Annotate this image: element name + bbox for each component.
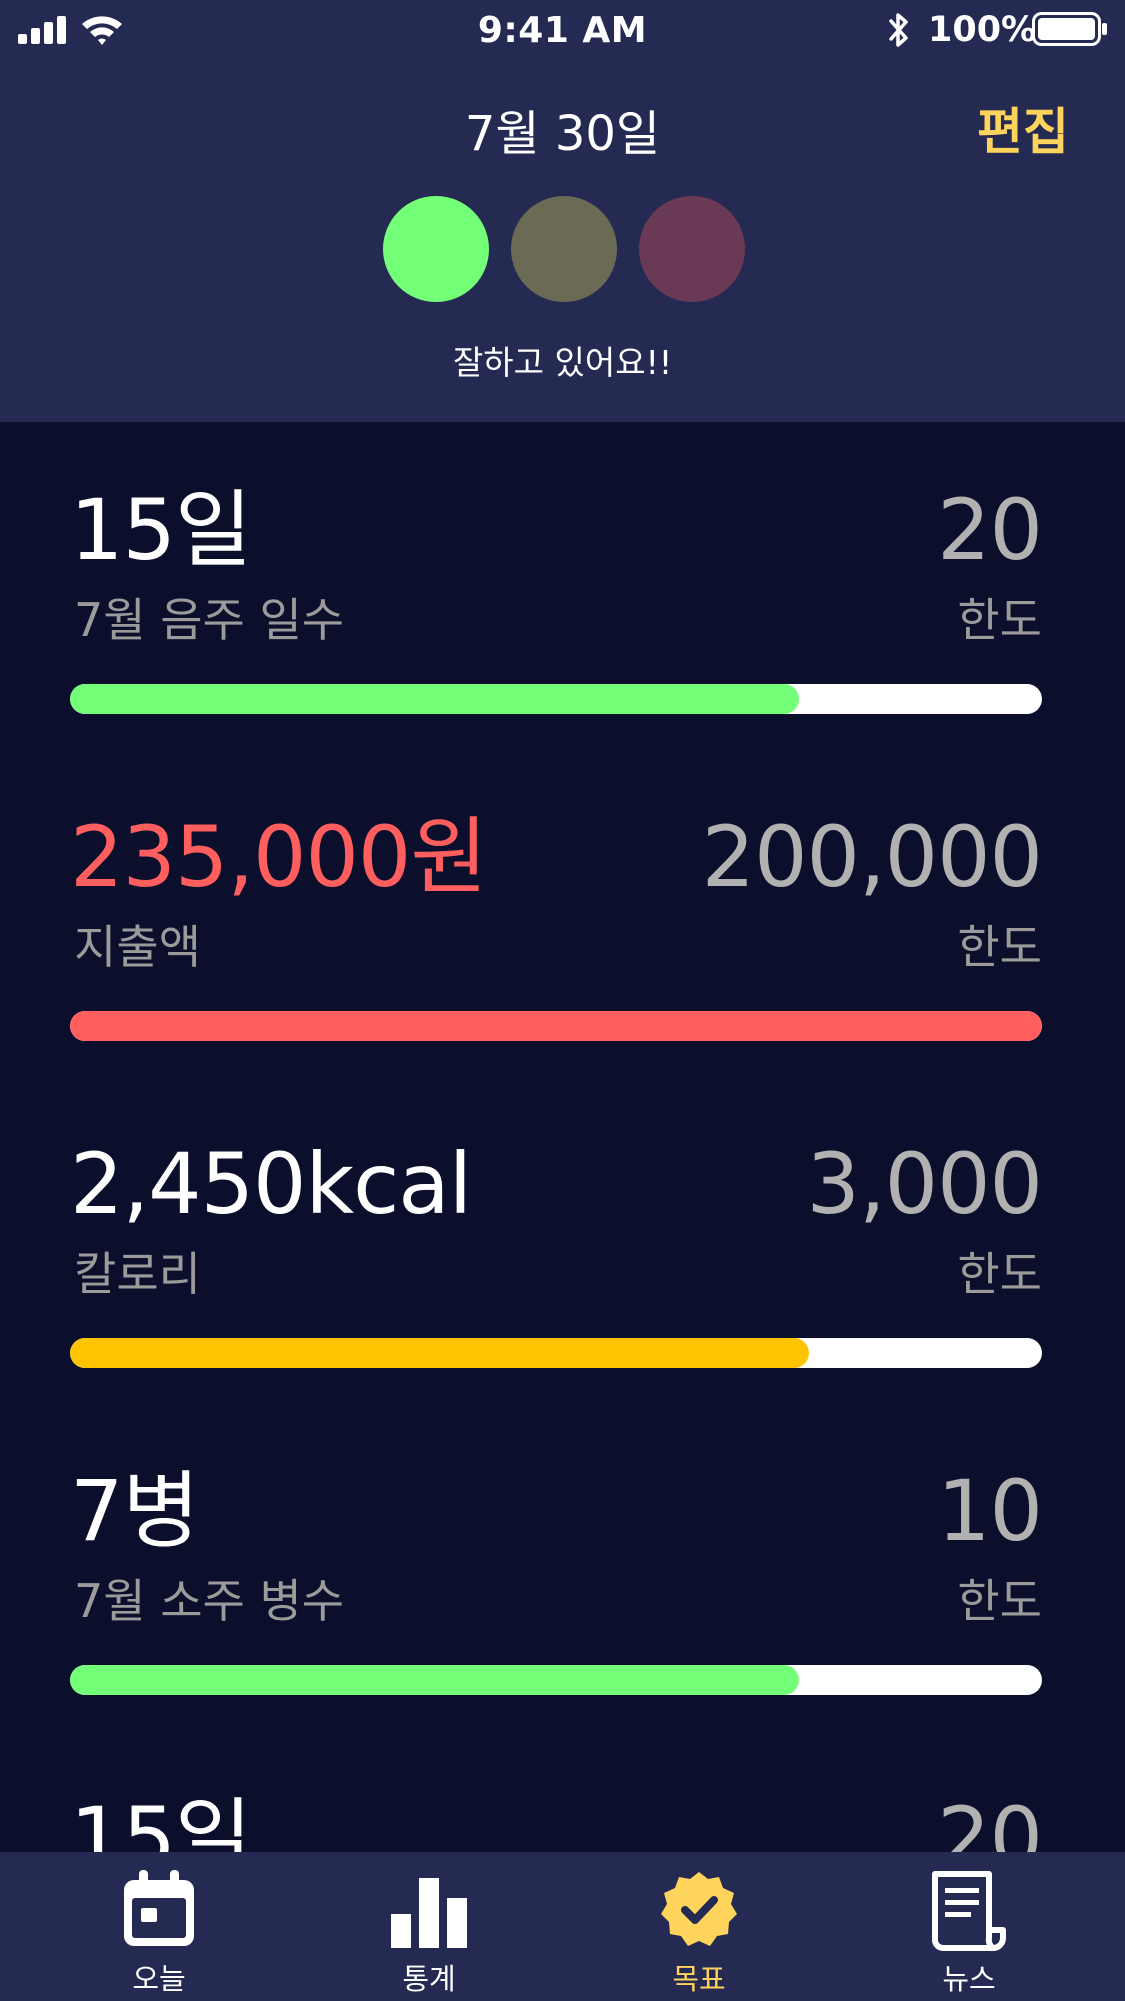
goal-value: 7병 xyxy=(70,1462,200,1560)
status-bar: 9:41 AM 100% xyxy=(0,0,1125,60)
tab-label: 통계 xyxy=(402,1962,456,1996)
edit-button[interactable]: 편집 xyxy=(977,92,1069,164)
goal-limit-label: 한도 xyxy=(957,593,1042,647)
goal-value: 15일 xyxy=(70,481,252,579)
tab-label: 뉴스 xyxy=(942,1962,996,1996)
header: 9:41 AM 100% 7월 30일 편집 잘하고 있어요!! xyxy=(0,0,1125,422)
progress-fill xyxy=(70,1665,799,1695)
goal-limit-label: 한도 xyxy=(957,920,1042,974)
tab-news[interactable]: 뉴스 xyxy=(869,1852,1069,2001)
goal-limit: 10 xyxy=(937,1462,1043,1560)
goal-value: 2,450kcal xyxy=(70,1135,472,1233)
goal-value: 235,000원 xyxy=(70,808,488,906)
progress-track xyxy=(70,684,1042,714)
goal-label: 7월 음주 일수 xyxy=(74,593,345,647)
badge-check-icon xyxy=(661,1872,737,1946)
tab-goals[interactable]: 목표 xyxy=(599,1852,799,2001)
newspaper-icon xyxy=(932,1871,1006,1951)
page-title: 7월 30일 xyxy=(464,106,661,162)
progress-fill xyxy=(70,1011,1042,1041)
battery-percent: 100% xyxy=(928,10,1037,50)
goal-label: 지출액 xyxy=(74,920,201,974)
progress-fill xyxy=(70,1338,809,1368)
bluetooth-icon xyxy=(889,13,908,47)
goal-limit: 3,000 xyxy=(806,1135,1043,1233)
goal-label: 칼로리 xyxy=(74,1247,201,1301)
tab-bar: 오늘 통계 목표 뉴스 xyxy=(0,1852,1125,2001)
goal-label: 7월 소주 병수 xyxy=(74,1574,345,1628)
status-indicators xyxy=(0,196,1125,302)
status-dot-neutral xyxy=(511,196,617,302)
progress-fill xyxy=(70,684,799,714)
status-message: 잘하고 있어요!! xyxy=(452,343,673,382)
progress-track xyxy=(70,1011,1042,1041)
goal-limit: 200,000 xyxy=(701,808,1043,906)
goal-card[interactable]: 2,450kcal 3,000 칼로리 한도 xyxy=(70,1134,1043,1394)
tab-label: 오늘 xyxy=(132,1962,186,1996)
goal-limit-label: 한도 xyxy=(957,1247,1042,1301)
bar-chart-icon xyxy=(391,1878,467,1948)
progress-track xyxy=(70,1338,1042,1368)
battery-icon xyxy=(1032,12,1107,46)
calendar-icon xyxy=(124,1870,194,1946)
tab-stats[interactable]: 통계 xyxy=(329,1852,529,2001)
goal-limit-label: 한도 xyxy=(957,1574,1042,1628)
goal-card[interactable]: 15일 20 7월 음주 일수 한도 xyxy=(70,480,1043,740)
status-dot-bad xyxy=(639,196,745,302)
tab-label: 목표 xyxy=(672,1962,726,1996)
tab-today[interactable]: 오늘 xyxy=(59,1852,259,2001)
status-dot-good xyxy=(383,196,489,302)
progress-track xyxy=(70,1665,1042,1695)
goal-limit: 20 xyxy=(937,481,1043,579)
goal-card[interactable]: 235,000원 200,000 지출액 한도 xyxy=(70,807,1043,1067)
goal-card[interactable]: 7병 10 7월 소주 병수 한도 xyxy=(70,1461,1043,1721)
